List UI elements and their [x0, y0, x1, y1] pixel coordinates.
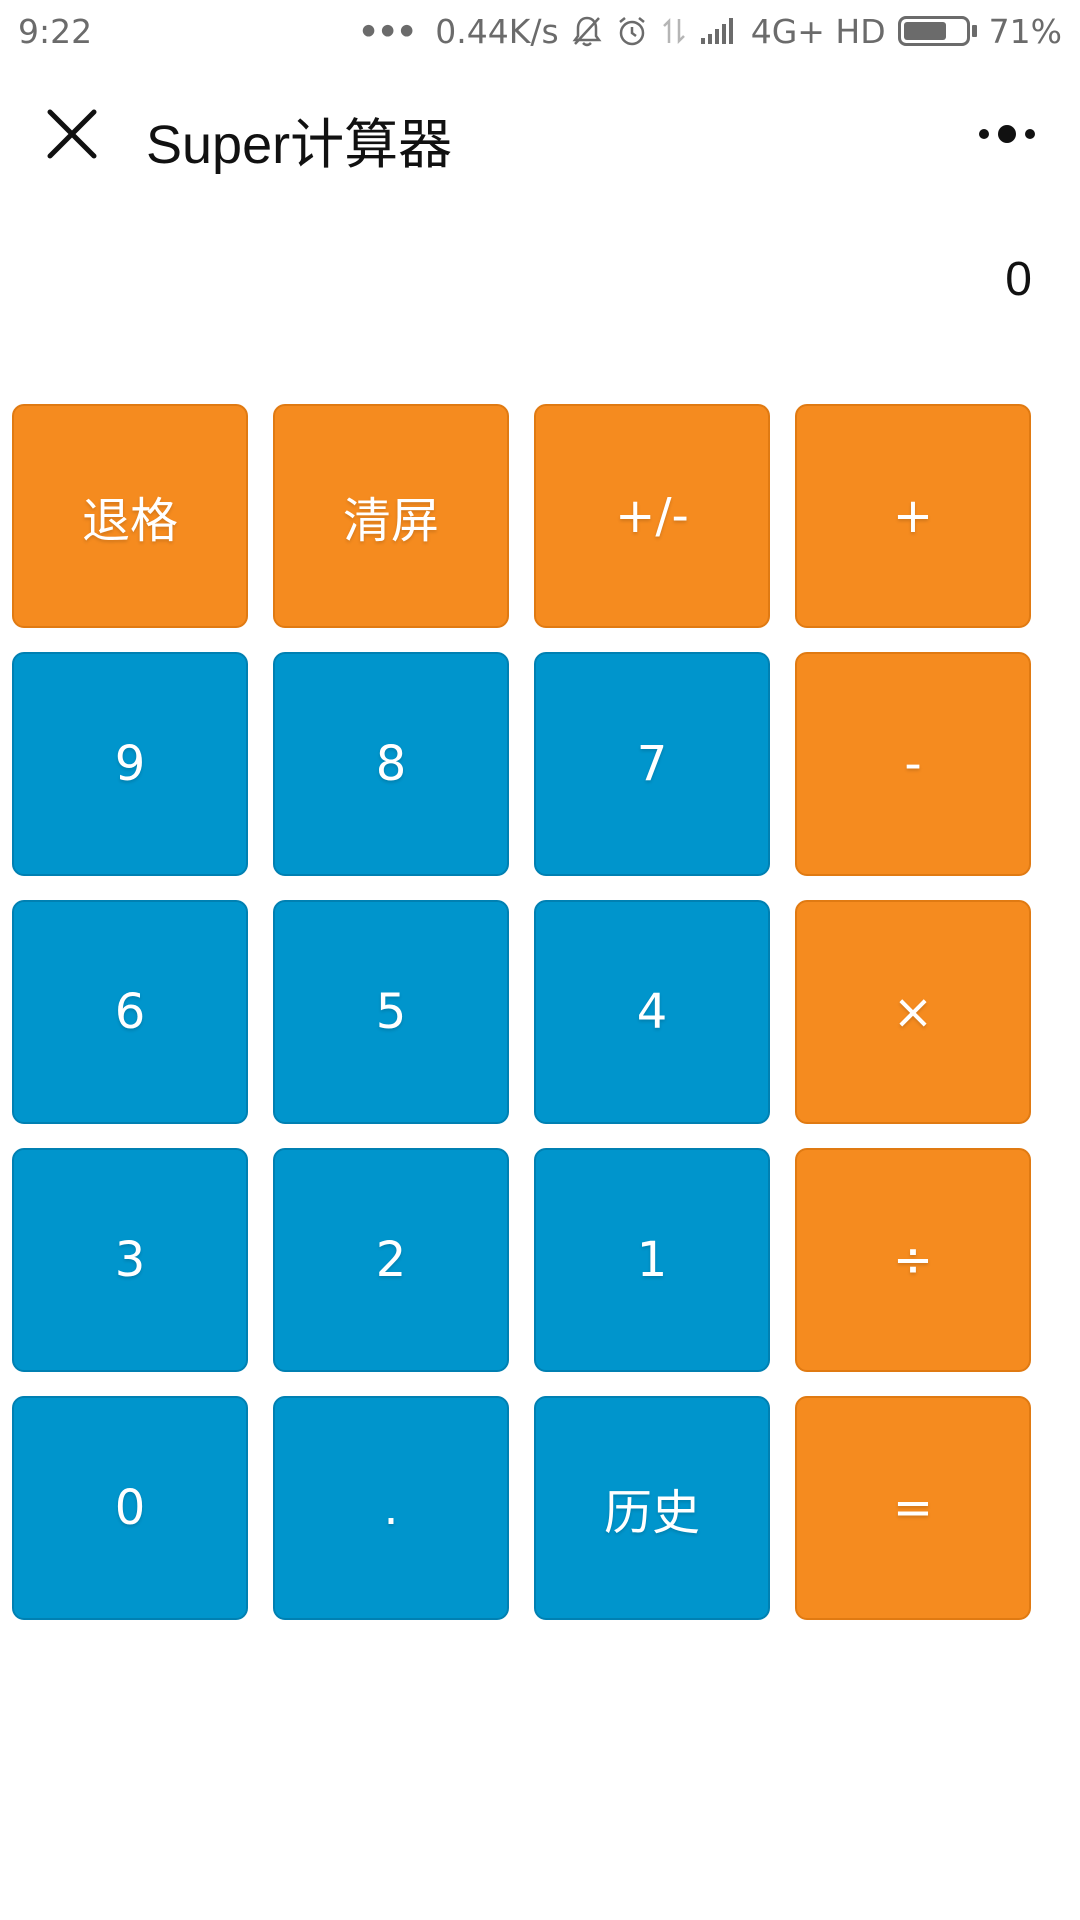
battery-cap: [971, 25, 977, 37]
status-dots: •••: [357, 11, 417, 51]
alarm-icon: [615, 14, 649, 48]
toggle-sign-button[interactable]: +/-: [534, 404, 770, 628]
multiply-button[interactable]: ×: [795, 900, 1031, 1124]
digit-1-button[interactable]: 1: [534, 1148, 770, 1372]
status-right: ••• 0.44K/s 4G+ HD 71%: [358, 12, 1062, 51]
digit-8-button[interactable]: 8: [273, 652, 509, 876]
digit-9-button[interactable]: 9: [12, 652, 248, 876]
digit-4-button[interactable]: 4: [534, 900, 770, 1124]
battery-icon: [897, 16, 977, 46]
status-left: 9:22: [18, 12, 92, 51]
digit-0-button[interactable]: 0: [12, 1396, 248, 1620]
keypad: 退格 清屏 +/- +9 8 7- 6 5 4 × 3 2 1 ÷ 0. 历史 =: [12, 404, 1034, 1620]
backspace-button[interactable]: 退格: [12, 404, 248, 628]
digit-6-button[interactable]: 6: [12, 900, 248, 1124]
subtract-button[interactable]: -: [795, 652, 1031, 876]
status-time: 9:22: [18, 11, 93, 51]
status-bar: 9:22 ••• 0.44K/s 4G+ HD 71%: [0, 0, 1080, 62]
equals-button[interactable]: =: [795, 1396, 1031, 1620]
history-button[interactable]: 历史: [534, 1396, 770, 1620]
digit-7-button[interactable]: 7: [534, 652, 770, 876]
add-button[interactable]: +: [795, 404, 1031, 628]
digit-2-button[interactable]: 2: [273, 1148, 509, 1372]
divide-button[interactable]: ÷: [795, 1148, 1031, 1372]
more-options-icon: [979, 125, 1035, 143]
calculator-display: 0: [1005, 253, 1032, 306]
data-transfer-icon: [661, 15, 687, 47]
clear-button[interactable]: 清屏: [273, 404, 509, 628]
signal-icon: [699, 16, 739, 46]
decimal-button[interactable]: .: [273, 1396, 509, 1620]
close-button[interactable]: [40, 102, 104, 166]
network-type: 4G+ HD: [750, 11, 886, 51]
battery-body: [897, 16, 970, 46]
battery-percent: 71%: [988, 11, 1062, 51]
digit-3-button[interactable]: 3: [12, 1148, 248, 1372]
digit-5-button[interactable]: 5: [273, 900, 509, 1124]
more-options-button[interactable]: [968, 110, 1046, 158]
battery-fill: [903, 22, 947, 40]
network-speed: 0.44K/s: [435, 11, 559, 51]
close-icon: [47, 109, 97, 159]
notifications-off-icon: [571, 14, 603, 48]
title-bar: Super计算器: [0, 62, 1080, 202]
page-title: Super计算器: [146, 115, 453, 175]
